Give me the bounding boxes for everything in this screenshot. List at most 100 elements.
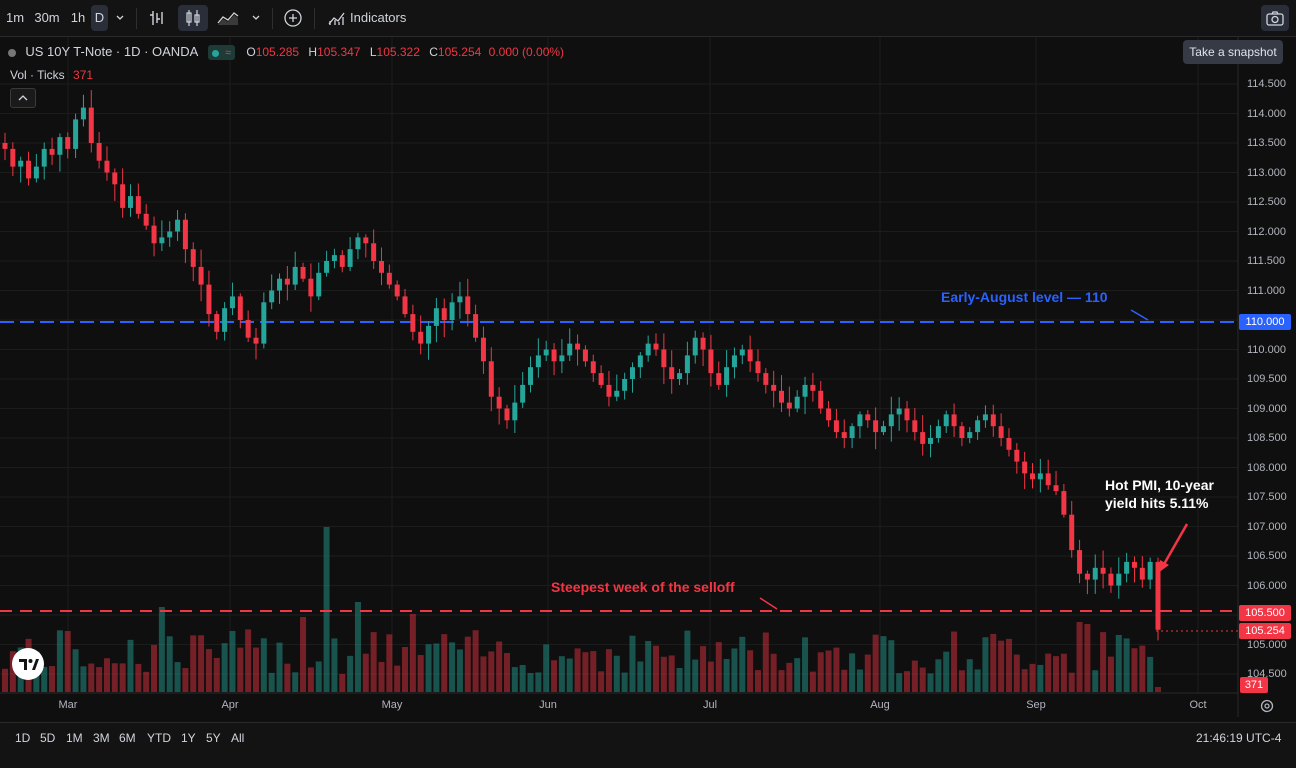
volume-bar — [715, 642, 722, 692]
volume-bar — [825, 650, 832, 692]
volume-bar — [1029, 663, 1036, 692]
candle-body — [818, 390, 824, 409]
candle-body — [1124, 561, 1130, 574]
volume-bar — [802, 637, 809, 692]
price-tick-label: 113.500 — [1247, 137, 1286, 149]
volume-bar — [1053, 656, 1060, 692]
early-august-annotation[interactable]: Early-August level — 110 — [941, 289, 1108, 305]
volume-bar — [1123, 638, 1130, 692]
candle-body — [598, 373, 604, 385]
low-label: L — [369, 45, 377, 59]
range-ytd[interactable]: YTD — [147, 731, 171, 745]
candle-body — [543, 349, 549, 356]
volume-bar — [190, 635, 197, 692]
range-all[interactable]: All — [231, 731, 244, 745]
range-5d[interactable]: 5D — [40, 731, 55, 745]
range-1m[interactable]: 1M — [66, 731, 83, 745]
trading-app: 1m 30m 1h D Indicators US 10Y T-Note · 1… — [0, 0, 1296, 768]
candle-body — [433, 308, 439, 326]
last-price-tag: 105.254 — [1239, 623, 1291, 639]
volume-bar — [268, 672, 275, 692]
candle-body — [622, 379, 628, 391]
candle-body — [1069, 514, 1075, 551]
candle-body — [1147, 561, 1153, 580]
range-1d[interactable]: 1D — [15, 731, 30, 745]
volume-bar — [488, 651, 495, 692]
volume-label[interactable]: Vol · Ticks — [10, 68, 65, 82]
clock[interactable]: 21:46:19 UTC-4 — [1196, 731, 1281, 745]
volume-bar — [896, 673, 903, 692]
price-tick-label: 111.500 — [1247, 255, 1286, 267]
volume-bar — [378, 661, 385, 692]
volume-bar — [574, 648, 581, 692]
ohlc-open: O105.285 — [246, 45, 299, 59]
tradingview-logo[interactable] — [12, 648, 44, 680]
candle-body — [402, 296, 408, 315]
candle-body — [159, 237, 165, 244]
volume-bar — [119, 663, 126, 692]
volume-bar — [700, 646, 707, 692]
collapse-dot-icon[interactable] — [8, 48, 16, 57]
price-chart[interactable] — [0, 0, 1296, 768]
volume-bar — [621, 672, 628, 692]
candle-body — [1037, 473, 1043, 480]
candle-body — [1155, 561, 1161, 630]
volume-bar — [770, 653, 777, 692]
candle-body — [182, 219, 188, 250]
candle-body — [1077, 550, 1083, 574]
candle-body — [1084, 573, 1090, 580]
range-3m[interactable]: 3M — [93, 731, 110, 745]
low-value: 105.322 — [376, 45, 420, 59]
wave-icon: ≈ — [224, 46, 231, 59]
volume-bar — [409, 614, 416, 692]
volume-bar — [213, 657, 220, 692]
candle-body — [496, 396, 502, 409]
volume-bar — [707, 661, 714, 692]
ohlc-low: L105.322 — [370, 45, 420, 59]
price-tick-label: 107.500 — [1247, 491, 1287, 503]
price-tick-label: 111.000 — [1247, 284, 1286, 297]
hot-pmi-annotation[interactable]: Hot PMI, 10-year yield hits 5.11% — [1105, 476, 1214, 512]
candle-body — [951, 414, 957, 427]
candle-body — [1061, 491, 1067, 515]
volume-bar — [496, 641, 503, 692]
candle-body — [1108, 573, 1114, 586]
candle-body — [277, 278, 283, 291]
candle-body — [284, 278, 290, 285]
candle-body — [912, 420, 918, 433]
price-tick-label: 112.500 — [1247, 196, 1286, 208]
time-axis[interactable] — [0, 693, 1238, 717]
hot-pmi-arrow — [1161, 523, 1189, 567]
candle-body — [826, 408, 832, 421]
volume-bar — [919, 667, 926, 692]
volume-legend: Vol · Ticks 371 — [10, 68, 93, 82]
month-label-may: May — [381, 699, 403, 711]
range-1y[interactable]: 1Y — [181, 731, 196, 745]
market-status-badge: ≈ — [207, 45, 235, 61]
snapshot-tooltip: Take a snapshot — [1183, 40, 1283, 64]
volume-bar — [480, 656, 487, 692]
candle-body — [833, 420, 839, 433]
candle-body — [794, 396, 800, 409]
collapse-legend-button[interactable] — [10, 88, 36, 108]
symbol-title[interactable]: US 10Y T-Note · 1D · OANDA — [25, 44, 198, 59]
steepest-week-annotation[interactable]: Steepest week of the selloff — [551, 579, 735, 595]
volume-bar — [660, 656, 667, 692]
volume-bar — [927, 673, 934, 692]
candle-body — [449, 302, 455, 320]
candle-body — [167, 231, 173, 238]
settings-gear-icon[interactable] — [1259, 698, 1275, 714]
candle-body — [1116, 573, 1122, 586]
volume-bar — [64, 630, 71, 692]
range-6m[interactable]: 6M — [119, 731, 136, 745]
candle-body — [269, 290, 275, 303]
volume-bar — [1147, 656, 1154, 692]
candle-body — [2, 143, 8, 149]
close-label: C — [429, 45, 438, 59]
ohlc-high: H105.347 — [308, 45, 360, 59]
volume-bar — [692, 659, 699, 692]
volume-bar — [143, 671, 150, 692]
range-5y[interactable]: 5Y — [206, 731, 221, 745]
volume-bar — [653, 645, 660, 692]
price-tag-105-5: 105.500 — [1239, 605, 1291, 621]
